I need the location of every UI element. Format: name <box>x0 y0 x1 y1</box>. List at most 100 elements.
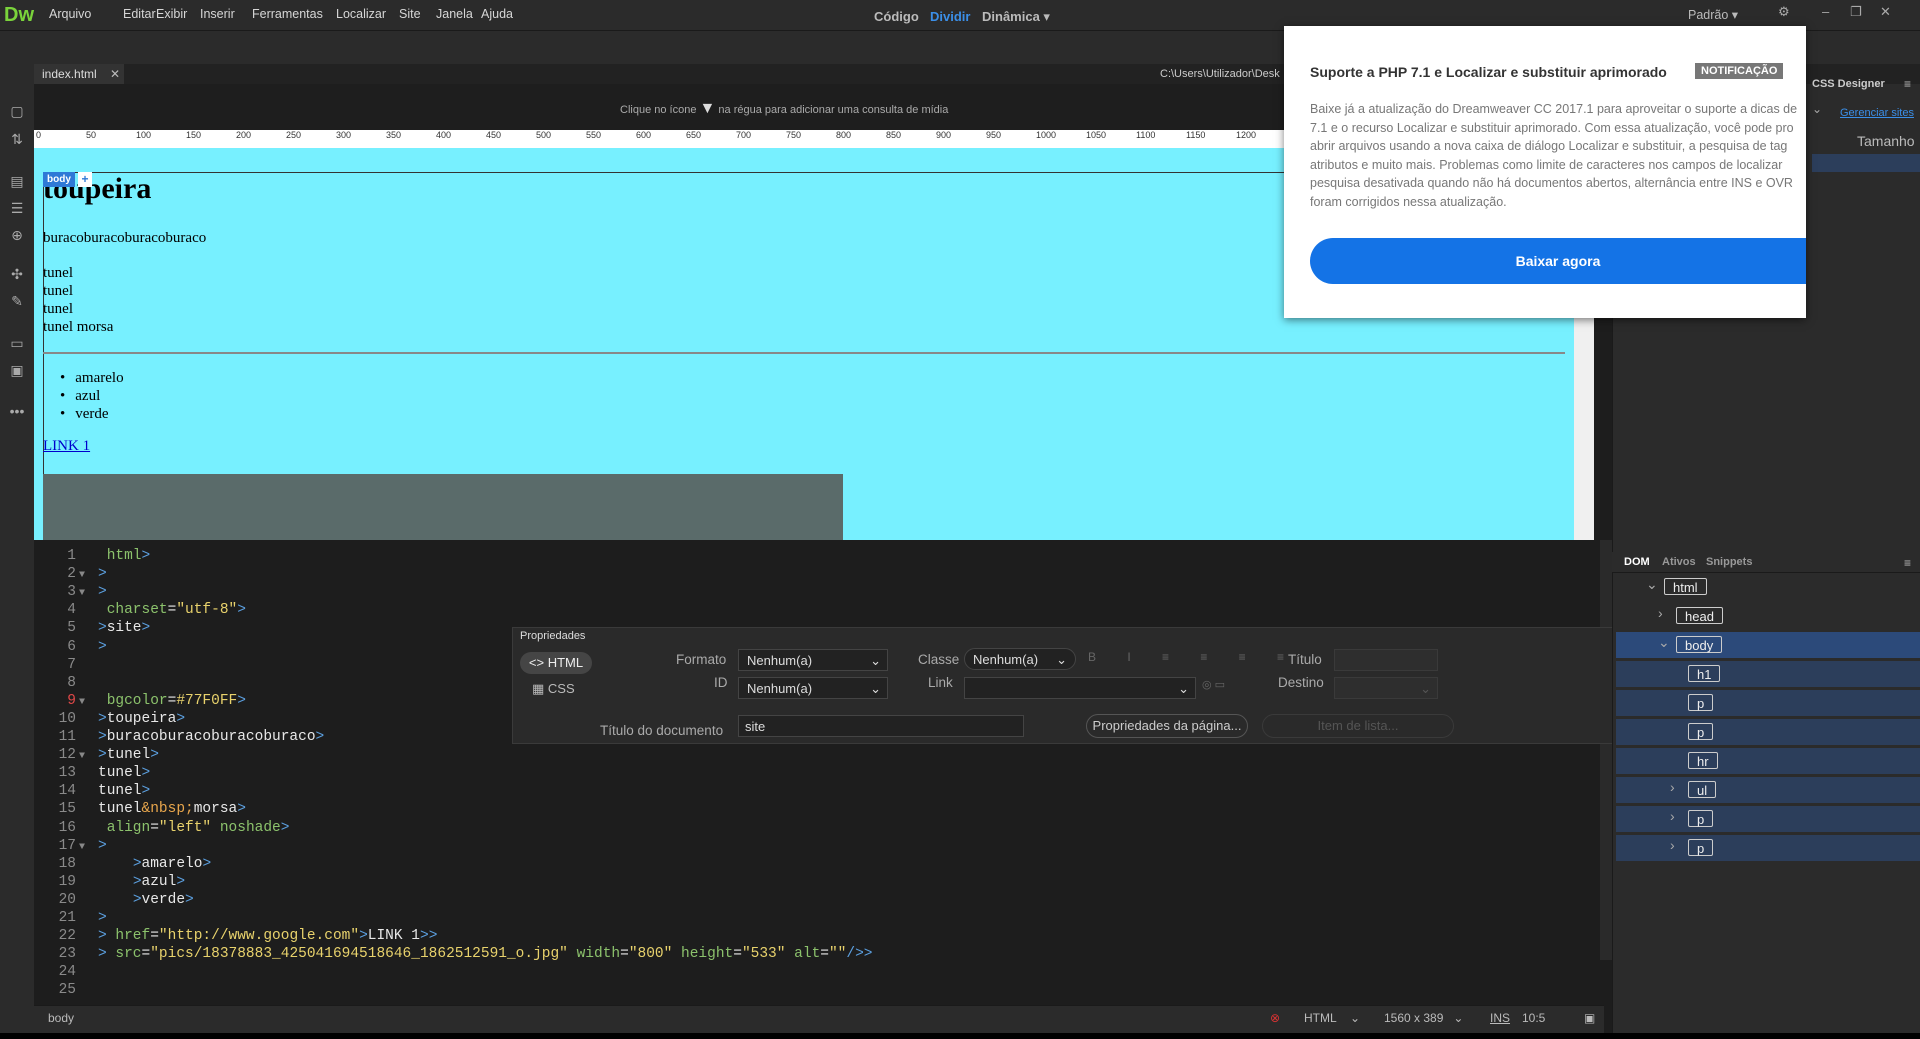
dom-panel-menu-icon[interactable]: ≡ <box>1904 556 1911 570</box>
code-text[interactable]: > <box>98 838 107 854</box>
selected-file-row[interactable] <box>1812 154 1920 172</box>
dom-expand-arrow-icon[interactable]: ⌄ <box>1646 576 1658 593</box>
code-line[interactable]: 2 ▼ > <box>34 566 106 584</box>
code-text[interactable]: charset="utf-8"> <box>98 602 246 618</box>
id-select[interactable]: Nenhum(a) ⌄ <box>738 677 888 699</box>
live-tunel-line[interactable]: tunel <box>43 265 73 282</box>
code-line[interactable]: 17 ▼ > <box>34 838 107 856</box>
file-icon[interactable]: ▢ <box>8 102 26 120</box>
dom-row[interactable] <box>1616 719 1920 745</box>
site-dropdown-icon[interactable]: ⌄ <box>1812 102 1822 116</box>
restore-icon[interactable]: ❐ <box>1850 4 1862 20</box>
code-line[interactable]: 10 >toupeira> <box>34 711 185 729</box>
target-icon[interactable]: ⊕ <box>8 226 26 244</box>
code-line[interactable]: 6 > <box>34 639 106 657</box>
code-text[interactable]: >amarelo> <box>98 856 211 872</box>
live-image[interactable] <box>43 474 843 540</box>
code-line[interactable]: 7 <box>34 657 98 675</box>
comment-icon[interactable]: ▭ <box>8 334 26 352</box>
target-select[interactable]: ⌄ <box>1334 677 1438 699</box>
code-text[interactable]: >azul> <box>98 874 185 890</box>
dom-row[interactable] <box>1616 661 1920 687</box>
css-properties-button[interactable]: ▦ CSS <box>532 681 575 697</box>
code-line[interactable]: 19 >azul> <box>34 874 185 892</box>
page-properties-button[interactable]: Propriedades da página... <box>1086 714 1248 738</box>
live-list-item[interactable]: • azul <box>60 388 100 405</box>
live-list-item-text[interactable]: verde <box>75 406 108 422</box>
live-link[interactable]: LINK 1 <box>43 438 90 455</box>
menu-editar[interactable]: Editar <box>123 7 156 21</box>
dom-row[interactable] <box>1616 777 1920 803</box>
menu-inserir[interactable]: Inserir <box>200 7 235 21</box>
code-line[interactable]: 20 >verde> <box>34 892 194 910</box>
split-view-button[interactable]: Dividir <box>930 9 970 24</box>
live-paragraph[interactable]: buracoburacoburacoburaco <box>43 230 206 247</box>
live-horizontal-rule[interactable] <box>43 352 1565 354</box>
live-list-item[interactable]: • verde <box>60 406 109 423</box>
text-format-buttons[interactable]: B I ≡ ≡ ≡ ≡ <box>1088 650 1298 664</box>
dom-node-body[interactable]: body <box>1676 636 1723 653</box>
menu-ajuda[interactable]: Ajuda <box>481 7 513 21</box>
workspace-switcher[interactable]: Padrão ▾ <box>1688 7 1738 22</box>
code-line[interactable]: 4 charset="utf-8"> <box>34 602 246 620</box>
ruler[interactable]: 0 50 100 150 200 250 300 350 400 450 500 550 600 650 7… <box>34 130 1284 149</box>
code-line[interactable]: 21 > <box>34 910 107 928</box>
code-line[interactable]: 15 tunel&nbsp;morsa> <box>34 801 246 819</box>
fold-arrow-icon[interactable]: ▼ <box>76 588 88 599</box>
live-list-item[interactable]: • amarelo <box>60 370 124 387</box>
code-text[interactable]: align="left" noshade> <box>98 820 290 836</box>
tab-dom[interactable]: DOM <box>1624 556 1650 568</box>
tag-selector[interactable]: body <box>48 1011 74 1025</box>
close-window-icon[interactable]: ✕ <box>1880 4 1891 20</box>
dom-expand-arrow-icon[interactable]: › <box>1670 779 1675 795</box>
code-line[interactable]: 24 <box>34 964 98 982</box>
code-text[interactable]: > href="http://www.google.com">LINK 1>> <box>98 928 437 944</box>
dom-node-html[interactable]: html <box>1664 578 1707 595</box>
code-line[interactable]: 5 >site> <box>34 620 150 638</box>
file-transfer-icon[interactable]: ⇅ <box>8 130 26 148</box>
dom-row[interactable] <box>1616 748 1920 774</box>
class-select[interactable]: Nenhum(a) ⌄ <box>964 648 1076 670</box>
body-element-tag[interactable]: body <box>43 172 75 187</box>
code-text[interactable]: tunel&nbsp;morsa> <box>98 801 246 817</box>
dom-node-head[interactable]: head <box>1676 607 1723 624</box>
panel-options-icon[interactable]: ≡ <box>1904 77 1911 91</box>
code-text[interactable]: >toupeira> <box>98 711 185 727</box>
format-lines-icon[interactable]: ☰ <box>8 199 26 217</box>
dom-node-p[interactable]: p <box>1688 839 1714 856</box>
live-tunel-line[interactable]: tunel morsa <box>43 319 113 336</box>
preview-icon[interactable]: ▣ <box>1584 1011 1595 1025</box>
live-tunel-line[interactable]: tunel <box>43 283 73 300</box>
code-line[interactable]: 22 > href="http://www.google.com">LINK 1>… <box>34 928 438 946</box>
language-select[interactable]: HTML ⌄ <box>1304 1011 1360 1025</box>
dom-node-p[interactable]: p <box>1688 723 1714 740</box>
dom-expand-arrow-icon[interactable]: › <box>1670 837 1675 853</box>
fold-arrow-icon[interactable]: ▼ <box>76 570 88 581</box>
minimize-icon[interactable]: – <box>1822 4 1829 19</box>
link-browse-icon[interactable]: ◎ ▭ <box>1202 678 1225 691</box>
menu-arquivo[interactable]: Arquivo <box>49 7 91 21</box>
live-link-text[interactable]: LINK 1 <box>43 438 90 454</box>
tab-close-icon[interactable]: ✕ <box>110 64 120 84</box>
error-icon[interactable]: ⊗ <box>1270 1011 1280 1025</box>
code-line[interactable]: 1 html> <box>34 548 150 566</box>
code-text[interactable]: >tunel> <box>98 747 159 763</box>
code-line[interactable]: 18 >amarelo> <box>34 856 212 874</box>
html-properties-button[interactable]: <> HTML <box>520 652 592 674</box>
dom-row[interactable] <box>1616 690 1920 716</box>
code-line[interactable]: 13 tunel> <box>34 765 151 783</box>
live-view-scrollbar[interactable] <box>1574 300 1594 540</box>
format-select[interactable]: Nenhum(a) ⌄ <box>738 649 888 671</box>
code-text[interactable]: >buracoburacoburacoburaco> <box>98 729 324 745</box>
insert-mode[interactable]: INS <box>1490 1011 1510 1025</box>
code-text[interactable]: > <box>98 584 107 600</box>
code-text[interactable]: >verde> <box>98 892 194 908</box>
dom-expand-arrow-icon[interactable]: ⌄ <box>1658 634 1670 651</box>
dom-node-hr[interactable]: hr <box>1688 752 1718 769</box>
code-line[interactable]: 8 <box>34 675 98 693</box>
dom-row[interactable] <box>1616 806 1920 832</box>
code-line[interactable]: 12 ▼ >tunel> <box>34 747 159 765</box>
dom-expand-arrow-icon[interactable]: › <box>1658 605 1663 621</box>
title-input[interactable] <box>1334 649 1438 671</box>
dom-expand-arrow-icon[interactable]: › <box>1670 808 1675 824</box>
